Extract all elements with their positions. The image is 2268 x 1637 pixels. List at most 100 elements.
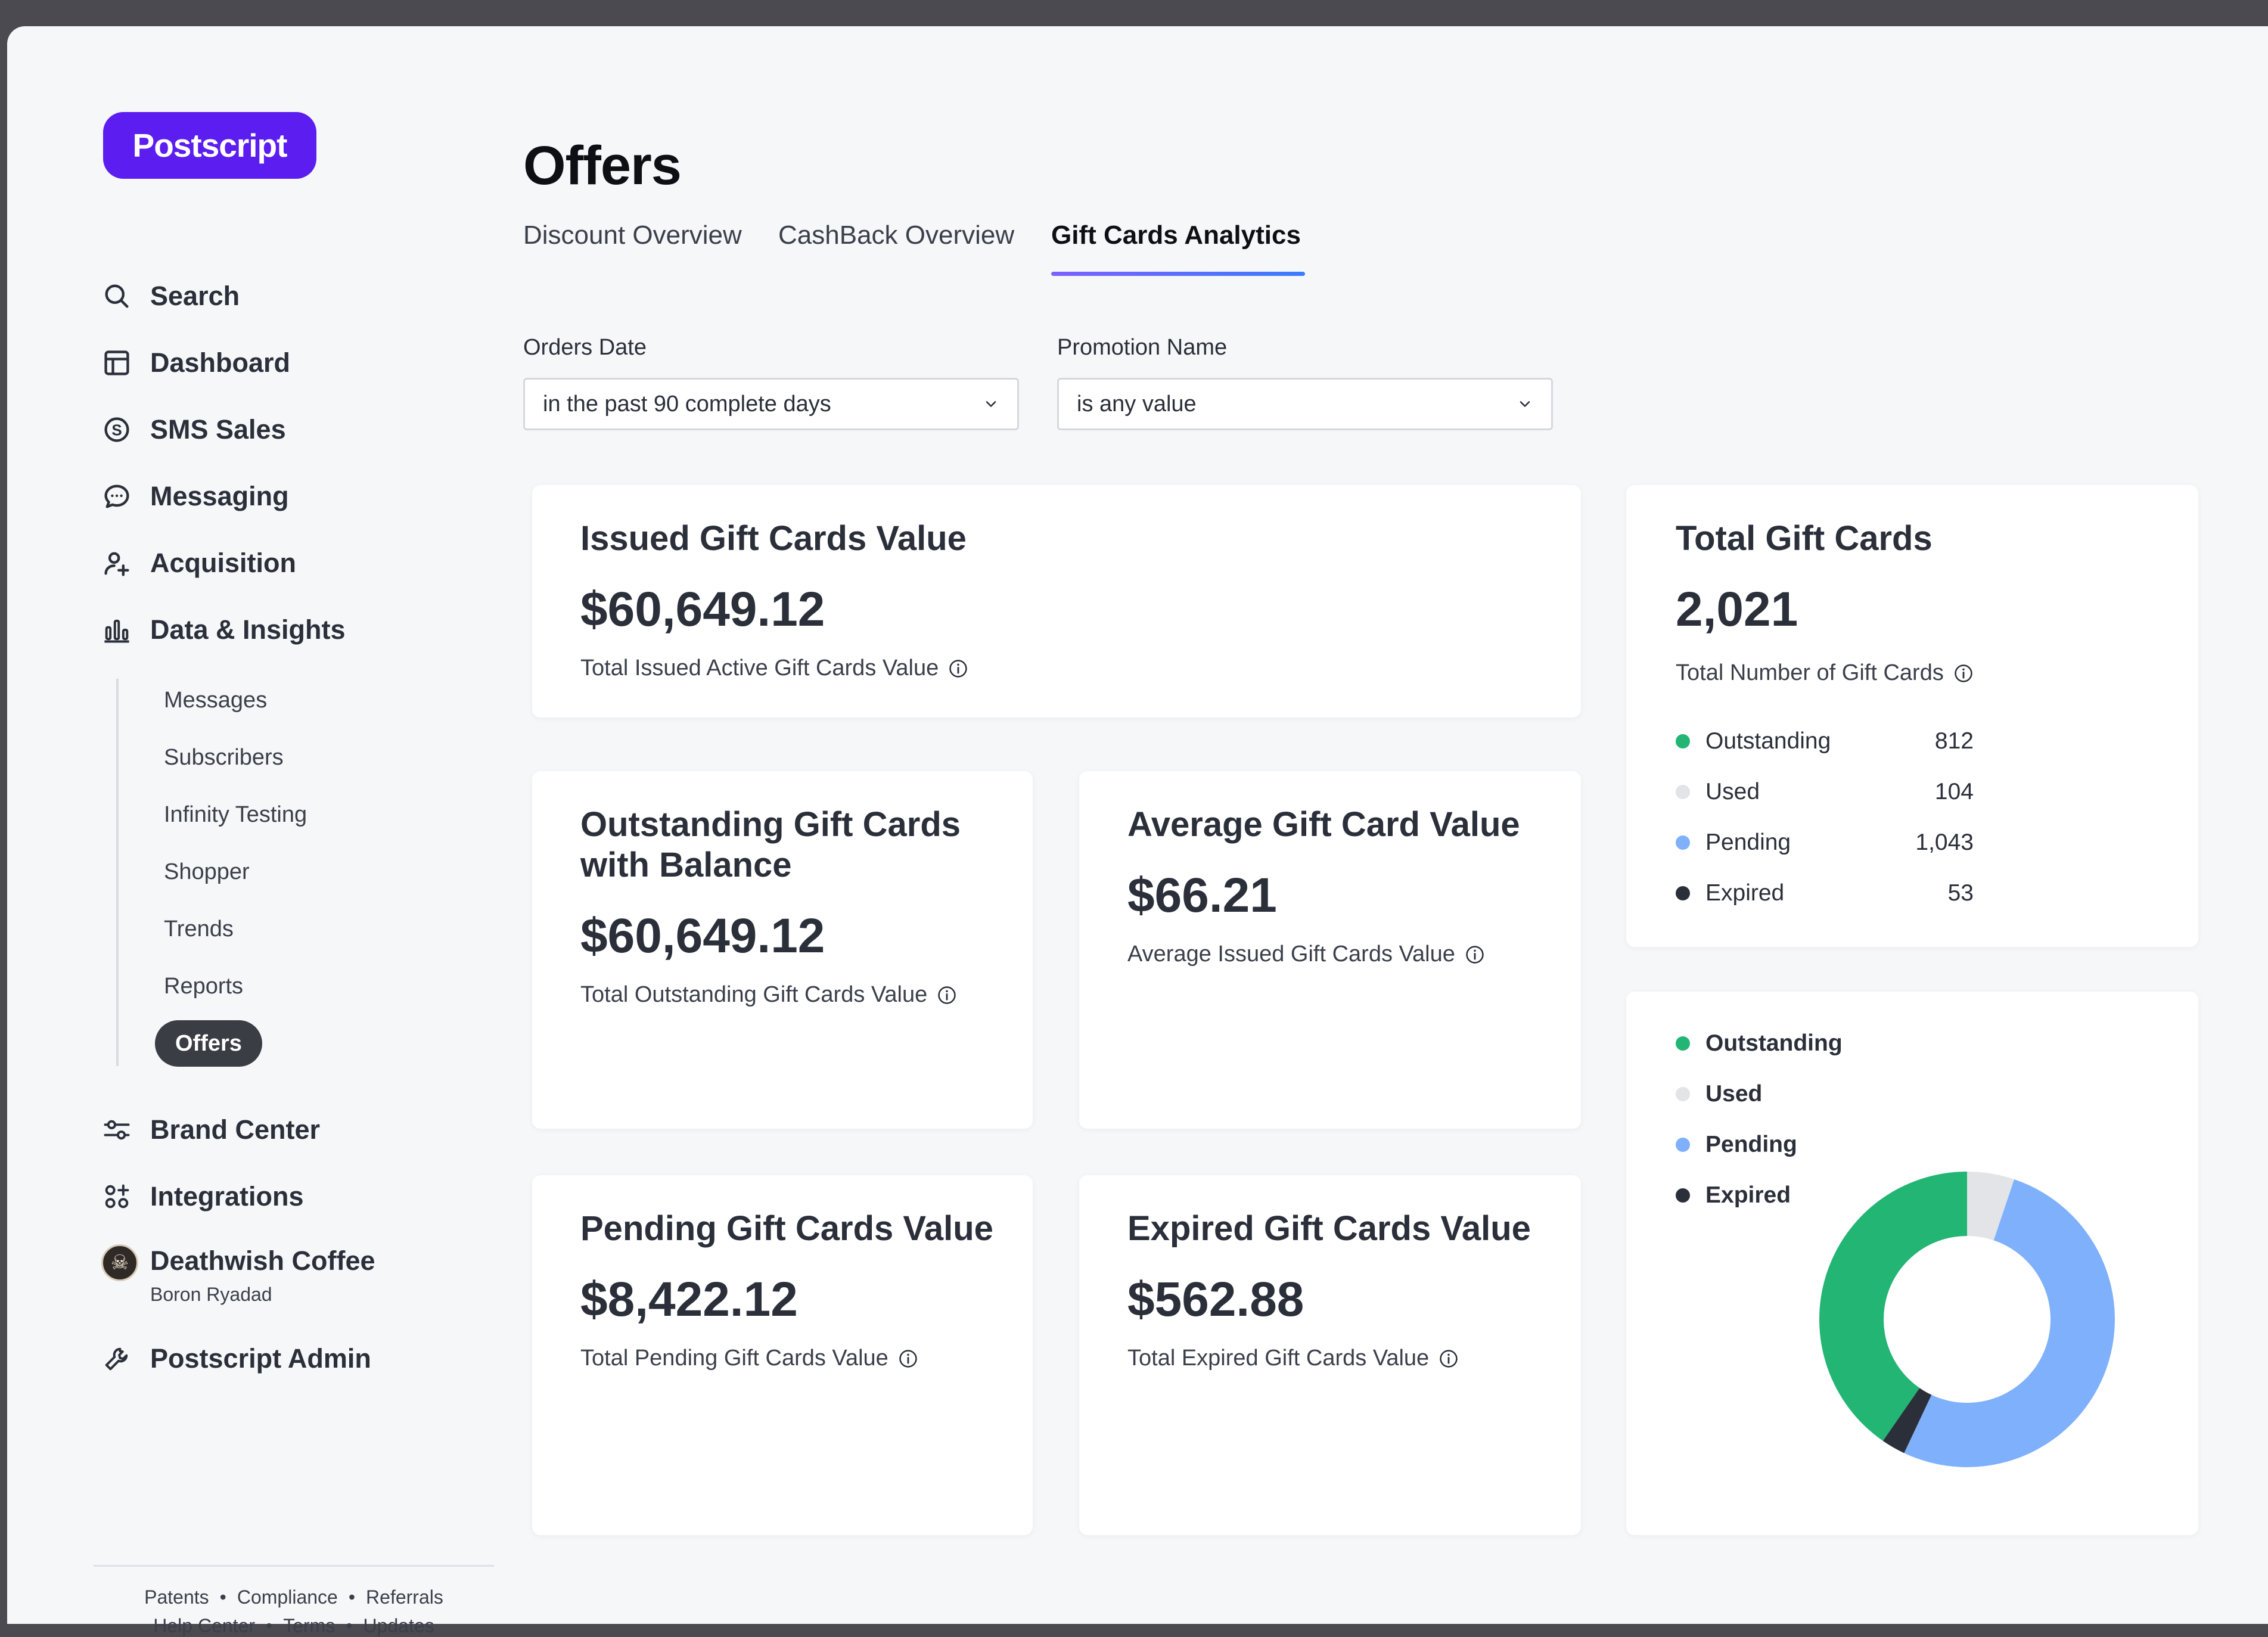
footer-separator: • — [346, 1615, 353, 1636]
apps-add-icon — [105, 1184, 129, 1209]
legend-dot-expired — [1676, 886, 1690, 900]
search-icon — [105, 284, 129, 308]
nav-integrations[interactable]: Integrations — [101, 1173, 304, 1220]
breakdown-label: Expired — [1705, 880, 1785, 906]
nav-label: Dashboard — [150, 347, 291, 378]
nav-label: SMS Sales — [150, 414, 286, 445]
nav-messaging[interactable]: Messaging — [101, 473, 289, 520]
bar-chart-icon — [104, 619, 129, 643]
sidebar-item-offers[interactable]: Offers — [155, 1020, 262, 1067]
card-title: Outstanding Gift Cards with Balance — [580, 804, 961, 886]
nav-label: Integrations — [150, 1181, 304, 1212]
card-title: Expired Gift Cards Value — [1127, 1209, 1531, 1248]
info-icon[interactable] — [936, 984, 958, 1007]
card-value: $60,649.12 — [580, 909, 825, 963]
footer-link-compliance[interactable]: Compliance — [237, 1586, 338, 1608]
card-subtitle-text: Total Number of Gift Cards — [1676, 660, 1944, 685]
breakdown-value: 104 — [1934, 779, 1974, 804]
info-icon[interactable] — [1437, 1347, 1460, 1370]
card-title-line-1: Outstanding Gift Cards — [580, 805, 961, 844]
card-value: $66.21 — [1127, 868, 1277, 922]
total-gift-cards-card: Total Gift Cards 2,021 Total Number of G… — [1626, 485, 2198, 947]
card-title: Total Gift Cards — [1676, 519, 1933, 558]
footer-link-terms[interactable]: Terms — [283, 1615, 335, 1636]
chevron-down-icon — [986, 401, 996, 407]
average-gift-card-card: Average Gift Card Value $66.21 Average I… — [1079, 771, 1581, 1129]
sidebar-item-messages[interactable]: Messages — [164, 679, 267, 721]
breakdown-value: 1,043 — [1915, 830, 1974, 855]
card-subtitle: Total Expired Gift Cards Value — [1127, 1346, 1460, 1371]
breakdown-value: 812 — [1934, 728, 1974, 754]
breakdown-value: 53 — [1947, 880, 1974, 906]
gift-cards-donut-card: Outstanding Used Pending Expired — [1626, 992, 2198, 1535]
issued-gift-cards-card: Issued Gift Cards Value $60,649.12 Total… — [532, 485, 1581, 717]
info-icon[interactable] — [1464, 943, 1486, 966]
nav-label: Messaging — [150, 481, 289, 511]
footer-link-patents[interactable]: Patents — [144, 1586, 209, 1608]
postscript-logo[interactable]: Postscript — [103, 112, 316, 179]
card-subtitle-text: Average Issued Gift Cards Value — [1127, 942, 1455, 967]
tab-gift-cards-analytics[interactable]: Gift Cards Analytics — [1051, 220, 1301, 250]
footer-separator: • — [266, 1615, 273, 1636]
user-add-icon — [104, 552, 129, 576]
skull-avatar-icon[interactable]: ☠ — [101, 1244, 138, 1281]
card-subtitle: Total Issued Active Gift Cards Value — [580, 656, 970, 681]
breakdown-label: Outstanding — [1705, 728, 1831, 754]
footer-divider — [94, 1565, 494, 1567]
card-value: $60,649.12 — [580, 582, 825, 636]
nav-search[interactable]: Search — [101, 272, 240, 320]
nav-postscript-admin[interactable]: Postscript Admin — [101, 1335, 371, 1383]
account-user: Boron Ryadad — [150, 1284, 272, 1305]
legend-dot-pending — [1676, 835, 1690, 850]
breakdown-row-outstanding: Outstanding 812 — [1676, 723, 1974, 759]
nav-data-insights[interactable]: Data & Insights — [101, 606, 346, 654]
card-title-line-2: with Balance — [580, 846, 792, 884]
tab-discount-overview[interactable]: Discount Overview — [523, 220, 742, 250]
footer-links-row-1: Patents • Compliance • Referrals — [94, 1586, 494, 1608]
card-subtitle-text: Total Issued Active Gift Cards Value — [580, 656, 939, 681]
card-title: Average Gift Card Value — [1127, 805, 1520, 844]
orders-date-value: in the past 90 complete days — [543, 391, 831, 417]
sliders-icon — [104, 1120, 130, 1140]
sidebar-item-trends[interactable]: Trends — [164, 908, 234, 950]
info-icon[interactable] — [897, 1347, 919, 1370]
nav-dashboard[interactable]: Dashboard — [101, 339, 290, 387]
nav-acquisition[interactable]: Acquisition — [101, 539, 296, 587]
card-title: Pending Gift Cards Value — [580, 1209, 993, 1248]
footer-link-help-center[interactable]: Help Center — [153, 1615, 255, 1636]
breakdown-row-used: Used 104 — [1676, 774, 1974, 810]
nav-sms-sales[interactable]: S SMS Sales — [101, 406, 286, 453]
card-value: $562.88 — [1127, 1272, 1304, 1327]
sidebar-item-shopper[interactable]: Shopper — [164, 851, 250, 893]
pending-gift-cards-card: Pending Gift Cards Value $8,422.12 Total… — [532, 1175, 1033, 1535]
nav-label: Brand Center — [150, 1114, 321, 1145]
footer-links-row-2: Help Center • Terms • Updates — [94, 1615, 494, 1637]
donut-chart — [1819, 1172, 2115, 1468]
nav-label: Search — [150, 281, 240, 311]
card-subtitle-text: Total Pending Gift Cards Value — [580, 1346, 888, 1371]
breakdown-row-pending: Pending 1,043 — [1676, 825, 1974, 861]
breakdown-label: Pending — [1705, 830, 1791, 855]
sidebar-item-infinity-testing[interactable]: Infinity Testing — [164, 794, 307, 835]
app-window: Postscript Search Dashboard S SMS Sales … — [7, 26, 2268, 1636]
breakdown-row-expired: Expired 53 — [1676, 875, 1974, 911]
account-name[interactable]: Deathwish Coffee — [150, 1245, 375, 1276]
submenu-tree-line — [116, 679, 119, 1066]
legend-dot-outstanding — [1676, 734, 1690, 748]
footer-link-updates[interactable]: Updates — [363, 1615, 434, 1636]
svg-text:S: S — [111, 421, 122, 439]
info-icon[interactable] — [1952, 662, 1975, 685]
tab-cashback-overview[interactable]: CashBack Overview — [778, 220, 1014, 250]
promotion-name-select[interactable]: is any value — [1057, 378, 1553, 430]
orders-date-select[interactable]: in the past 90 complete days — [523, 378, 1019, 430]
sidebar-item-subscribers[interactable]: Subscribers — [164, 737, 284, 778]
card-subtitle-text: Total Outstanding Gift Cards Value — [580, 982, 928, 1007]
info-icon[interactable] — [947, 657, 970, 680]
chevron-down-icon — [1520, 401, 1530, 407]
legend-dot-used — [1676, 785, 1690, 799]
sidebar-item-reports[interactable]: Reports — [164, 965, 243, 1007]
nav-brand-center[interactable]: Brand Center — [101, 1106, 320, 1154]
outstanding-gift-cards-card: Outstanding Gift Cards with Balance $60,… — [532, 771, 1033, 1129]
footer-link-referrals[interactable]: Referrals — [366, 1586, 443, 1608]
card-subtitle: Total Number of Gift Cards — [1676, 660, 1975, 686]
